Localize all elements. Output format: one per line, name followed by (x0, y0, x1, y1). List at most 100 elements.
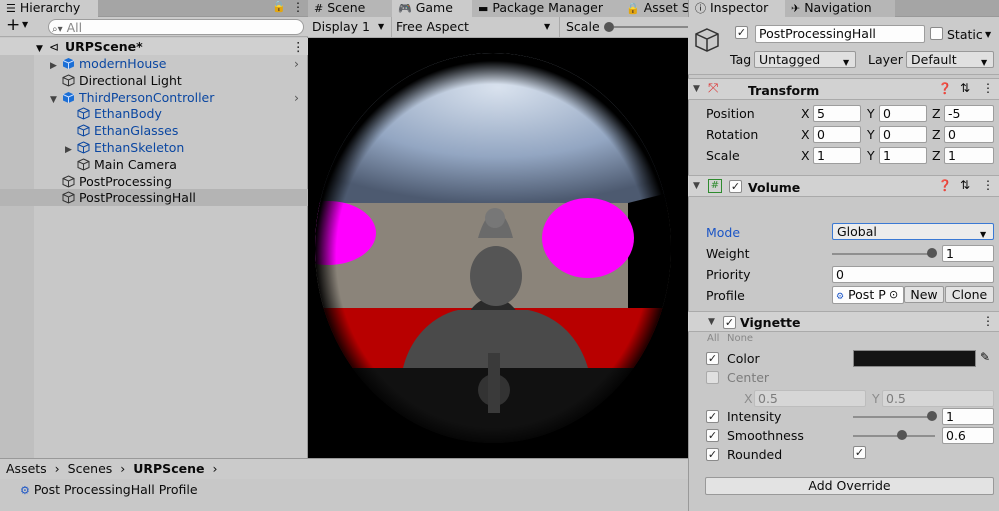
scale-slider-thumb[interactable] (604, 22, 614, 32)
add-button[interactable]: + (6, 15, 20, 35)
tab-game[interactable]: 🎮 Game (392, 0, 472, 17)
weight-slider-track[interactable] (832, 253, 935, 255)
tag-dropdown[interactable]: Untagged ▼ (754, 51, 856, 68)
smoothness-input[interactable]: 0.6 (942, 427, 994, 444)
tab-asset-store[interactable]: 🔒 Asset S (620, 0, 688, 17)
vignette-header[interactable]: ▼ ✓ Vignette ⋮ (688, 311, 999, 332)
asset-item[interactable]: ⚙ Post ProcessingHall Profile (20, 482, 198, 497)
transform-header[interactable]: ▼ ⤧ Transform ❓ ⇅ ⋮ (688, 78, 999, 100)
tab-scene[interactable]: # Scene (308, 0, 392, 17)
scale-slider-track[interactable] (614, 26, 688, 28)
add-override-button[interactable]: Add Override (705, 477, 994, 495)
scale-z-axis-label[interactable]: Z (932, 148, 941, 163)
hierarchy-search-input[interactable]: ⌕▾ All (48, 19, 304, 35)
layer-dropdown[interactable]: Default ▼ (906, 51, 994, 68)
component-menu-icon[interactable]: ⋮ (982, 178, 994, 192)
presets-icon[interactable]: ⇅ (960, 178, 970, 192)
position-x-axis-label[interactable]: X (801, 106, 810, 121)
object-name-input[interactable]: PostProcessingHall (755, 25, 925, 43)
intensity-slider-track[interactable] (853, 416, 935, 418)
rotation-x-axis-label[interactable]: X (801, 127, 810, 142)
center-override-checkbox[interactable] (706, 371, 719, 384)
open-prefab-chevron-icon[interactable]: › (294, 89, 299, 106)
aspect-dropdown[interactable]: Free Aspect ▼ (392, 17, 560, 37)
fold-arrow-icon[interactable]: ▼ (708, 317, 715, 327)
static-dropdown-icon[interactable]: ▼ (985, 30, 991, 39)
lock-icon[interactable]: 🔒 (272, 0, 286, 13)
center-y-input[interactable]: 0.5 (882, 390, 994, 407)
mode-dropdown[interactable]: Global ▼ (832, 223, 994, 240)
hierarchy-item[interactable]: ▶ EthanSkeleton (0, 139, 308, 156)
active-checkbox[interactable]: ✓ (735, 26, 748, 39)
rotation-y-axis-label[interactable]: Y (867, 127, 875, 142)
add-dropdown-icon[interactable]: ▼ (22, 20, 28, 29)
weight-slider-thumb[interactable] (927, 248, 937, 258)
hierarchy-item[interactable]: PostProcessing (0, 173, 308, 190)
help-icon[interactable]: ❓ (938, 82, 952, 95)
tab-navigation[interactable]: ✈ Navigation (785, 0, 895, 17)
position-y-input[interactable]: 0 (879, 105, 927, 122)
tab-menu-icon[interactable]: ⋮ (292, 0, 304, 14)
scene-menu-icon[interactable]: ⋮ (292, 38, 305, 55)
game-viewport[interactable] (308, 38, 688, 458)
rotation-y-input[interactable]: 0 (879, 126, 927, 143)
volume-enabled-checkbox[interactable]: ✓ (729, 180, 742, 193)
breadcrumb-urpscene[interactable]: URPScene (133, 461, 204, 476)
color-override-checkbox[interactable]: ✓ (706, 352, 719, 365)
priority-input[interactable]: 0 (832, 266, 994, 283)
position-z-axis-label[interactable]: Z (932, 106, 941, 121)
breadcrumb-scenes[interactable]: Scenes (68, 461, 113, 476)
tab-inspector[interactable]: ⓘ Inspector (689, 0, 785, 17)
clone-profile-button[interactable]: Clone (945, 286, 994, 303)
scale-y-input[interactable]: 1 (879, 147, 927, 164)
all-overrides-link[interactable]: All (707, 333, 719, 344)
presets-icon[interactable]: ⇅ (960, 81, 970, 95)
smoothness-override-checkbox[interactable]: ✓ (706, 429, 719, 442)
component-menu-icon[interactable]: ⋮ (982, 81, 994, 95)
intensity-slider-thumb[interactable] (927, 411, 937, 421)
scale-z-input[interactable]: 1 (944, 147, 994, 164)
center-x-input[interactable]: 0.5 (754, 390, 866, 407)
new-profile-button[interactable]: New (904, 286, 944, 303)
rounded-checkbox[interactable]: ✓ (853, 446, 866, 459)
volume-header[interactable]: ▼ # ✓ Volume ❓ ⇅ ⋮ (688, 175, 999, 197)
hierarchy-item[interactable]: EthanBody (0, 105, 308, 122)
help-icon[interactable]: ❓ (938, 179, 952, 192)
hierarchy-item[interactable]: EthanGlasses (0, 122, 308, 139)
smoothness-slider-thumb[interactable] (897, 430, 907, 440)
scene-row[interactable]: ▼ ⊲ URPScene* ⋮ (0, 38, 308, 55)
static-checkbox[interactable] (930, 27, 943, 40)
override-menu-icon[interactable]: ⋮ (982, 314, 994, 328)
scale-y-axis-label[interactable]: Y (867, 148, 875, 163)
position-z-input[interactable]: -5 (944, 105, 994, 122)
hierarchy-item[interactable]: ▶ modernHouse › (0, 55, 308, 72)
position-y-axis-label[interactable]: Y (867, 106, 875, 121)
rotation-x-input[interactable]: 0 (813, 126, 861, 143)
intensity-input[interactable]: 1 (942, 408, 994, 425)
hierarchy-item[interactable]: ▼ ThirdPersonController › (0, 89, 308, 106)
fold-arrow-icon[interactable]: ▼ (693, 181, 700, 191)
scale-x-input[interactable]: 1 (813, 147, 861, 164)
fold-arrow-icon[interactable]: ▼ (693, 84, 700, 94)
hierarchy-item[interactable]: PostProcessingHall (0, 189, 308, 207)
tab-package-manager[interactable]: ▬ Package Manager (472, 0, 620, 17)
open-prefab-chevron-icon[interactable]: › (294, 55, 299, 72)
position-x-input[interactable]: 5 (813, 105, 861, 122)
rotation-z-axis-label[interactable]: Z (932, 127, 941, 142)
scale-x-axis-label[interactable]: X (801, 148, 810, 163)
breadcrumb-assets[interactable]: Assets (6, 461, 47, 476)
color-field[interactable] (853, 350, 976, 367)
hierarchy-item[interactable]: Main Camera (0, 156, 308, 173)
hierarchy-item[interactable]: Directional Light (0, 72, 308, 89)
object-picker-icon[interactable]: ⊙ (889, 288, 898, 301)
eyedropper-icon[interactable]: ✎ (980, 350, 990, 364)
smoothness-slider-track[interactable] (853, 435, 935, 437)
expand-arrow-icon[interactable]: ▼ (36, 44, 43, 54)
rotation-z-input[interactable]: 0 (944, 126, 994, 143)
weight-input[interactable]: 1 (942, 245, 994, 262)
intensity-override-checkbox[interactable]: ✓ (706, 410, 719, 423)
display-dropdown[interactable]: Display 1 ▼ (308, 17, 392, 37)
none-overrides-link[interactable]: None (727, 333, 753, 344)
rounded-override-checkbox[interactable]: ✓ (706, 448, 719, 461)
vignette-enabled-checkbox[interactable]: ✓ (723, 316, 736, 329)
